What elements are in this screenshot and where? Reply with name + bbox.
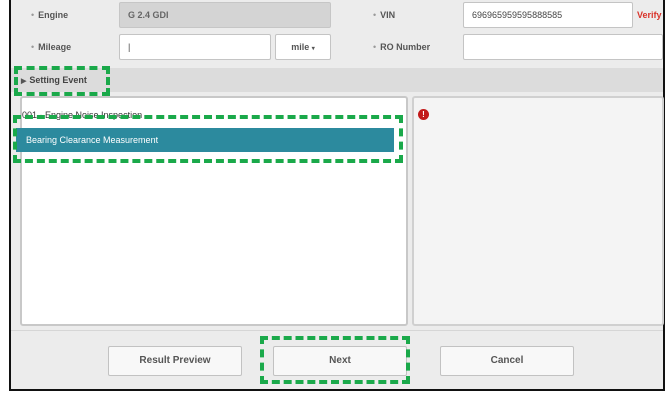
alert-icon: !: [418, 109, 429, 120]
next-button[interactable]: Next: [273, 346, 407, 376]
engine-label-text: Engine: [38, 10, 69, 20]
verify-link[interactable]: Verify: [637, 10, 662, 20]
mileage-unit-text: mile: [291, 42, 310, 52]
list-item[interactable]: 001 - Engine Noise Inspection: [22, 110, 142, 120]
main-frame: • Engine G 2.4 GDI • VIN 69696595959588858…: [9, 0, 665, 391]
mileage-ro-row: • Mileage | mile ▾ • RO Number: [11, 30, 663, 64]
mileage-label: • Mileage: [31, 42, 72, 52]
vin-field[interactable]: 696965959595888585: [463, 2, 633, 28]
vin-label-text: VIN: [380, 10, 396, 20]
engine-label: • Engine: [31, 10, 69, 20]
engine-field: G 2.4 GDI: [119, 2, 331, 28]
ro-number-input[interactable]: [463, 34, 663, 60]
mileage-input[interactable]: |: [119, 34, 271, 60]
triangle-right-icon: ▶: [21, 78, 27, 85]
cancel-button[interactable]: Cancel: [440, 346, 574, 376]
engine-vin-row: • Engine G 2.4 GDI • VIN 69696595959588858…: [11, 0, 663, 30]
mileage-label-text: Mileage: [38, 42, 72, 52]
detail-panel: [412, 96, 664, 326]
ro-number-label-text: RO Number: [380, 42, 431, 52]
list-item-selected[interactable]: Bearing Clearance Measurement: [16, 128, 394, 152]
mileage-unit-select[interactable]: mile ▾: [275, 34, 331, 60]
ro-number-label: • RO Number: [373, 42, 431, 52]
result-preview-button[interactable]: Result Preview: [108, 346, 242, 376]
vin-label: • VIN: [373, 10, 396, 20]
chevron-down-icon: ▾: [311, 46, 315, 52]
setting-event-title[interactable]: ▶ Setting Event: [21, 75, 87, 85]
setting-event-title-text: Setting Event: [29, 75, 87, 85]
setting-event-bar[interactable]: ▶ Setting Event: [11, 68, 663, 92]
